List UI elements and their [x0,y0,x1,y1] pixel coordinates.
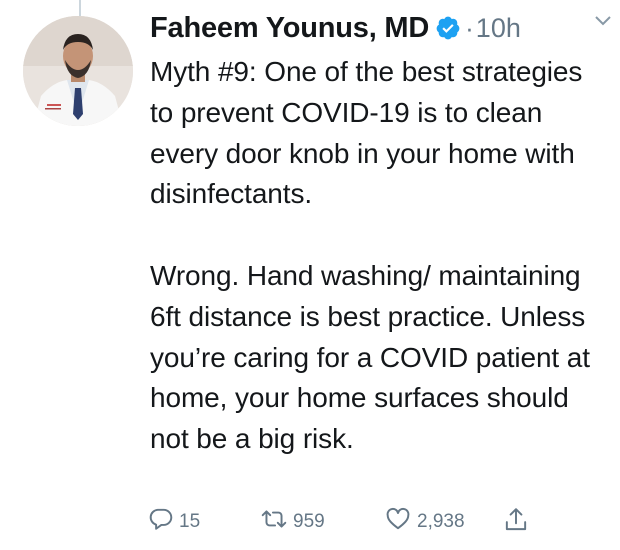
retweet-count: 959 [293,511,325,532]
share-button[interactable] [503,506,529,540]
retweet-button[interactable]: 959 [260,506,325,538]
heart-icon [384,506,412,538]
avatar-photo [23,16,133,126]
thread-line [79,0,81,16]
tweet-actions: 15 959 2,938 [148,506,548,536]
reply-count: 15 [179,511,201,532]
reply-button[interactable]: 15 [148,506,200,538]
reply-icon [148,506,174,538]
retweet-icon [260,506,288,538]
tweet-paragraph: Wrong. Hand washing/ maintaining 6ft dis… [150,259,590,455]
author-name[interactable]: Faheem Younus, MD [150,12,429,45]
tweet-header: Faheem Younus, MD · 10h [150,6,604,50]
like-count: 2,938 [417,511,465,532]
tweet-timestamp[interactable]: 10h [476,13,521,44]
chevron-down-icon[interactable] [594,14,612,32]
tweet-paragraph: Myth #9: One of the best strategies to p… [150,56,583,210]
share-icon [503,506,529,540]
separator-dot: · [465,12,474,43]
tweet-text: Myth #9: One of the best strategies to p… [150,52,612,460]
like-button[interactable]: 2,938 [384,506,465,538]
verified-badge-icon [435,15,461,41]
avatar[interactable] [23,16,133,126]
